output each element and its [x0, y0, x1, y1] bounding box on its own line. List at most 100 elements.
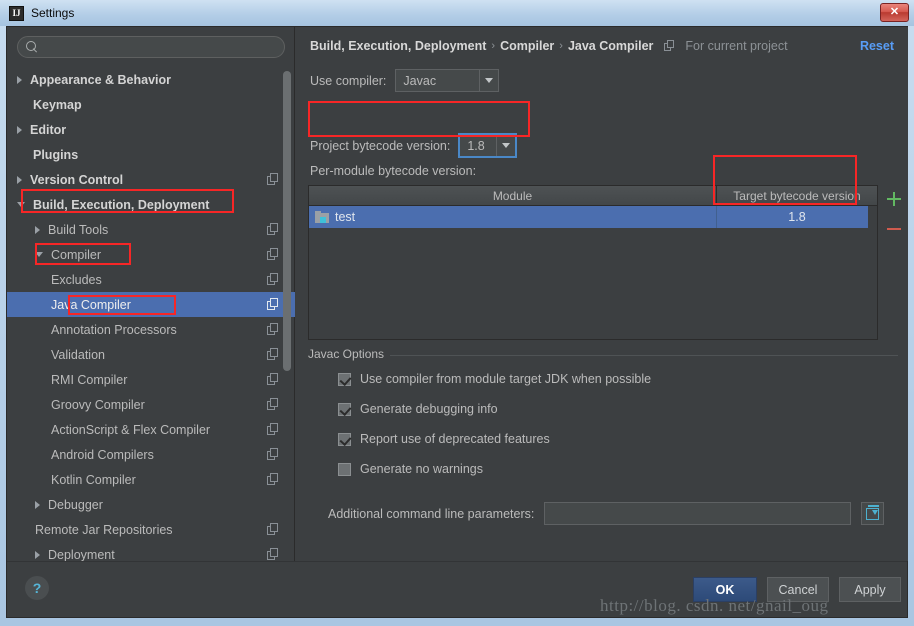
sidebar-item-label: Version Control — [30, 172, 124, 187]
project-bytecode-value: 1.8 — [467, 138, 485, 153]
checkbox-row[interactable]: Use compiler from module target JDK when… — [338, 372, 651, 386]
table-body: test 1.8 — [309, 206, 877, 228]
breadcrumb-item-build[interactable]: Build, Execution, Deployment — [310, 39, 486, 53]
project-bytecode-select[interactable]: 1.8 — [458, 133, 518, 158]
sidebar-item-label: Annotation Processors — [51, 322, 177, 337]
module-name: test — [335, 210, 356, 224]
sidebar-item-java-compiler[interactable]: Java Compiler — [7, 292, 295, 317]
project-scope-icon — [267, 548, 280, 561]
help-button[interactable]: ? — [25, 576, 49, 600]
chevron-right-icon[interactable] — [17, 125, 22, 134]
breadcrumb-item-java-compiler[interactable]: Java Compiler — [568, 39, 653, 53]
breadcrumb-separator: › — [559, 40, 563, 52]
sidebar-item-label: Compiler — [51, 247, 102, 262]
breadcrumb-item-compiler[interactable]: Compiler — [500, 39, 554, 53]
window-title: Settings — [31, 6, 75, 20]
sidebar-item-rmi-compiler[interactable]: RMI Compiler — [7, 367, 295, 392]
checkbox-checked-icon[interactable] — [338, 432, 351, 446]
column-header-module[interactable]: Module — [309, 186, 717, 205]
checkbox-row[interactable]: Report use of deprecated features — [338, 432, 550, 446]
sidebar-item-editor[interactable]: Editor — [7, 117, 295, 142]
project-scope-icon — [267, 298, 280, 311]
sidebar-item-validation[interactable]: Validation — [7, 342, 295, 367]
sidebar-item-appearance-behavior[interactable]: Appearance & Behavior — [7, 67, 295, 92]
sidebar-item-debugger[interactable]: Debugger — [7, 492, 295, 517]
table-actions — [881, 185, 907, 340]
project-bytecode-label: Project bytecode version: — [310, 138, 451, 153]
checkbox-checked-icon[interactable] — [338, 372, 351, 386]
sidebar-item-actionscript-flex-compiler[interactable]: ActionScript & Flex Compiler — [7, 417, 295, 442]
table-scrollbar[interactable] — [868, 206, 877, 339]
chevron-down-icon[interactable] — [496, 135, 515, 156]
breadcrumb-separator: › — [491, 40, 496, 52]
sidebar-item-version-control[interactable]: Version Control — [7, 167, 295, 192]
column-header-target-bytecode[interactable]: Target bytecode version — [717, 186, 877, 205]
sidebar-item-remote-jar-repositories[interactable]: Remote Jar Repositories — [7, 517, 295, 542]
use-compiler-label: Use compiler: — [310, 73, 387, 88]
reset-link[interactable]: Reset — [860, 39, 894, 53]
checkbox-row[interactable]: Generate debugging info — [338, 402, 498, 416]
sidebar-item-build-execution-deployment[interactable]: Build, Execution, Deployment — [7, 192, 295, 217]
chevron-right-icon[interactable] — [35, 500, 40, 509]
chevron-right-icon[interactable] — [17, 75, 22, 84]
dialog-client-area: Appearance & Behavior Keymap Editor Plugins… — [6, 26, 908, 618]
close-icon[interactable]: ✕ — [880, 3, 909, 22]
sidebar-item-annotation-processors[interactable]: Annotation Processors — [7, 317, 295, 342]
sidebar-item-build-tools[interactable]: Build Tools — [7, 217, 295, 242]
cell-module[interactable]: test — [309, 206, 717, 228]
remove-module-button[interactable] — [884, 219, 904, 239]
settings-window: IJ Settings ✕ Appearance & Behavior Keyma… — [0, 0, 914, 626]
watermark: http://blog. csdn. net/gnail_oug — [600, 596, 829, 615]
add-module-button[interactable] — [884, 189, 904, 209]
search-input[interactable] — [43, 40, 284, 54]
sidebar-item-groovy-compiler[interactable]: Groovy Compiler — [7, 392, 295, 417]
chevron-right-icon[interactable] — [35, 550, 40, 559]
sidebar-item-label: Remote Jar Repositories — [35, 522, 173, 537]
scope-label: For current project — [685, 39, 788, 53]
use-compiler-select[interactable]: Javac — [395, 69, 500, 92]
search-box[interactable] — [17, 36, 285, 58]
project-scope-icon — [267, 523, 280, 536]
additional-params-label: Additional command line parameters: — [328, 506, 535, 521]
sidebar-scrollbar[interactable] — [283, 71, 291, 555]
project-scope-icon — [267, 348, 280, 361]
checkbox-checked-icon[interactable] — [338, 402, 351, 416]
chevron-right-icon[interactable] — [35, 225, 40, 234]
chevron-down-icon[interactable] — [17, 202, 25, 207]
additional-params-input[interactable] — [544, 502, 852, 525]
table-header-row: Module Target bytecode version — [309, 186, 877, 206]
sidebar-item-keymap[interactable]: Keymap — [7, 92, 295, 117]
settings-sidebar: Appearance & Behavior Keymap Editor Plugins… — [7, 27, 295, 561]
module-folder-icon — [315, 211, 329, 223]
per-module-table: Module Target bytecode version test 1.8 — [308, 185, 878, 340]
checkbox-row[interactable]: Generate no warnings — [338, 462, 483, 476]
sidebar-item-deployment[interactable]: Deployment — [7, 542, 295, 561]
javac-options-legend: Javac Options — [308, 347, 391, 361]
sidebar-item-kotlin-compiler[interactable]: Kotlin Compiler — [7, 467, 295, 492]
sidebar-item-label: Editor — [30, 122, 67, 137]
project-scope-icon — [267, 473, 280, 486]
apply-button[interactable]: Apply — [839, 577, 901, 602]
sidebar-item-label: Build Tools — [48, 222, 109, 237]
project-scope-icon — [267, 323, 280, 336]
sidebar-item-excludes[interactable]: Excludes — [7, 267, 295, 292]
settings-detail-panel: Build, Execution, Deployment › Compiler … — [296, 27, 908, 561]
checkbox-label: Report use of deprecated features — [360, 432, 550, 446]
project-scope-icon — [267, 423, 280, 436]
per-module-label: Per-module bytecode version: — [310, 164, 477, 178]
project-scope-icon — [267, 273, 280, 286]
sidebar-item-compiler[interactable]: Compiler — [7, 242, 295, 267]
sidebar-item-plugins[interactable]: Plugins — [7, 142, 295, 167]
cell-target-bytecode[interactable]: 1.8 — [717, 206, 877, 228]
sidebar-item-android-compilers[interactable]: Android Compilers — [7, 442, 295, 467]
expand-params-icon[interactable] — [861, 502, 885, 525]
sidebar-scrollbar-thumb[interactable] — [283, 71, 291, 371]
chevron-right-icon[interactable] — [17, 175, 22, 184]
use-compiler-value: Javac — [403, 73, 437, 88]
checkbox-unchecked-icon[interactable] — [338, 462, 351, 476]
chevron-down-icon[interactable] — [479, 70, 498, 91]
settings-tree: Appearance & Behavior Keymap Editor Plugins… — [7, 67, 295, 561]
chevron-down-icon[interactable] — [35, 252, 43, 257]
table-row[interactable]: test 1.8 — [309, 206, 877, 228]
sidebar-item-label: Keymap — [33, 97, 82, 112]
